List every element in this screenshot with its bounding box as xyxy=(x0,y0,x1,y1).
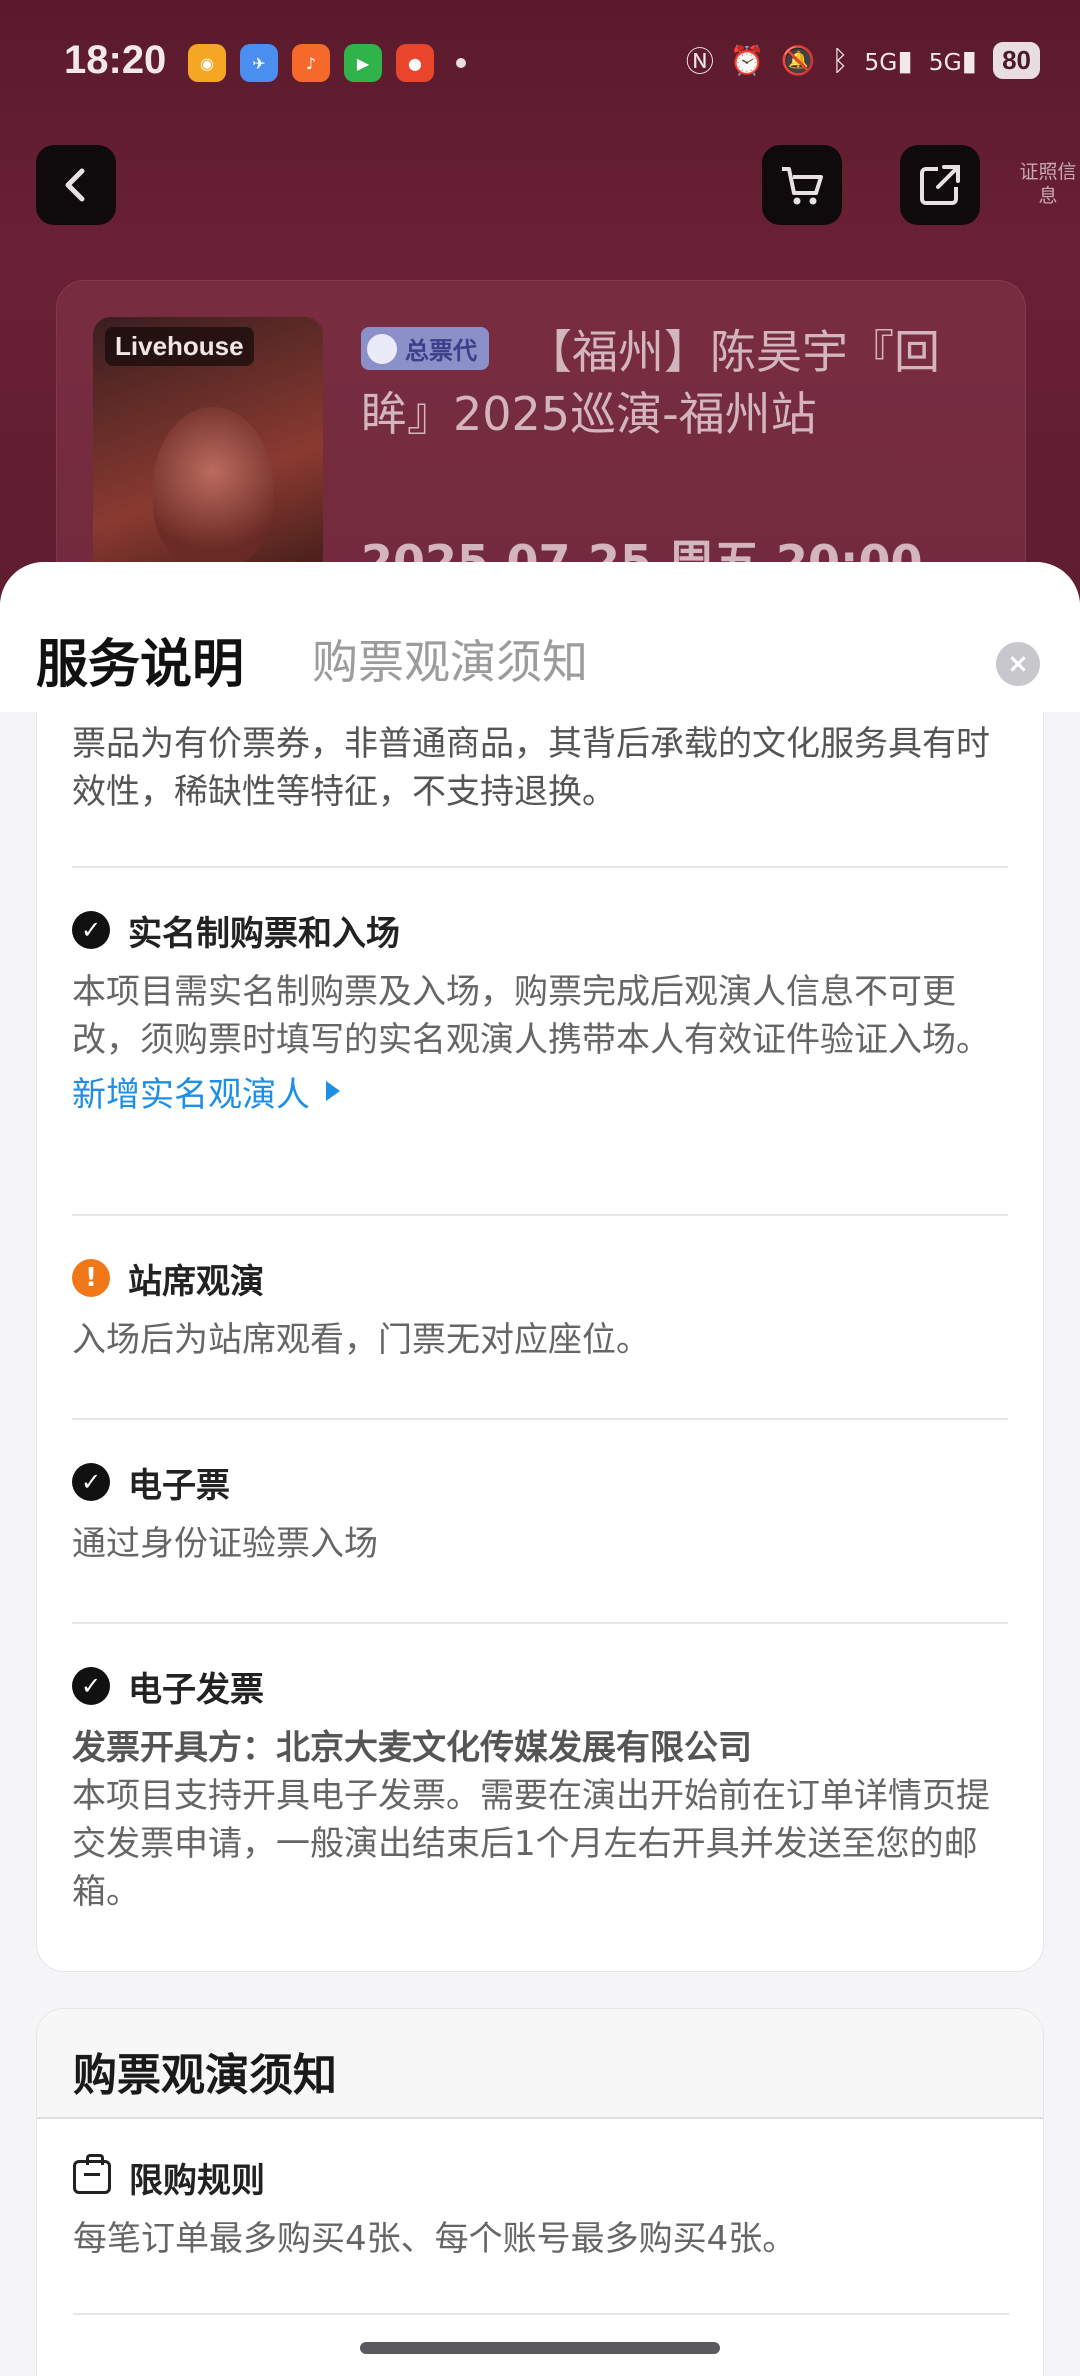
shopping-app-icon: ● xyxy=(396,44,434,82)
more-notifications-icon xyxy=(456,58,466,68)
section-divider xyxy=(73,2313,1009,2315)
section-e-invoice: ✓ 电子发票 发票开具方：北京大麦文化传媒发展有限公司 本项目支持开具电子发票。… xyxy=(72,1658,1008,1916)
check-circle-icon: ✓ xyxy=(72,1463,110,1501)
section-body: 入场后为站席观看，门票无对应座位。 xyxy=(72,1320,650,1360)
close-button[interactable]: × xyxy=(996,642,1040,686)
certificate-info-link[interactable]: 证照信息 xyxy=(1018,160,1078,208)
section-title: 实名制购票和入场 xyxy=(128,913,400,954)
section-body: 本项目需实名制购票及入场，购票完成后观演人信息不可更改，须购票时填写的实名观演人… xyxy=(72,972,990,1060)
check-circle-icon: ✓ xyxy=(72,911,110,949)
share-icon xyxy=(920,165,960,205)
signal-icon-2: 5G▮ xyxy=(928,43,978,77)
section-real-name: ✓ 实名制购票和入场 本项目需实名制购票及入场，购票完成后观演人信息不可更改，须… xyxy=(72,902,1008,1116)
alarm-icon: ⏰ xyxy=(729,43,765,77)
app-notification-icon: ✈ xyxy=(240,44,278,82)
link-label: 新增实名观演人 xyxy=(72,1074,310,1115)
section-divider xyxy=(72,1418,1008,1420)
cart-icon xyxy=(782,167,823,205)
system-icons: Ⓝ ⏰ 🔕 ᛒ 5G▮ 5G▮ 80 xyxy=(686,40,1040,80)
section-divider xyxy=(72,1214,1008,1216)
check-circle-icon: ✓ xyxy=(72,1667,110,1705)
notification-app-icons: ◉ ✈ ♪ ▶ ● xyxy=(188,44,466,82)
chevron-left-icon xyxy=(65,168,85,202)
sheet-header: 服务说明 购票观演须知 × xyxy=(0,562,1080,712)
section-title: 电子票 xyxy=(128,1465,230,1506)
section-e-ticket: ✓ 电子票 通过身份证验票入场 xyxy=(72,1454,1008,1568)
battery-indicator: 80 xyxy=(993,41,1040,79)
poster-artwork xyxy=(153,407,273,567)
section-body: 通过身份证验票入场 xyxy=(72,1524,378,1564)
agent-badge: 总票代 xyxy=(361,327,489,370)
status-bar: 18:20 ◉ ✈ ♪ ▶ ● Ⓝ ⏰ 🔕 ᛒ 5G▮ 5G▮ 80 xyxy=(0,0,1080,130)
close-icon: × xyxy=(1007,649,1029,679)
shopping-bag-icon xyxy=(73,2154,111,2194)
mute-icon: 🔕 xyxy=(780,43,816,77)
agent-badge-label: 总票代 xyxy=(405,337,477,365)
damai-icon: ♪ xyxy=(292,44,330,82)
tab-service-info[interactable]: 服务说明 xyxy=(36,622,244,697)
event-detail-background: 18:20 ◉ ✈ ♪ ▶ ● Ⓝ ⏰ 🔕 ᛒ 5G▮ 5G▮ 80 证照信息 xyxy=(0,0,1080,620)
bluetooth-icon: ᛒ xyxy=(831,43,849,77)
section-body: 本项目支持开具电子发票。需要在演出开始前在订单详情页提交发票申请，一般演出结束后… xyxy=(72,1776,990,1912)
add-real-name-attendee-link[interactable]: 新增实名观演人 xyxy=(72,1066,1008,1116)
signal-icon-1: 5G▮ xyxy=(864,43,913,77)
section-standing: ! 站席观演 入场后为站席观看，门票无对应座位。 xyxy=(72,1250,1008,1364)
purchase-notice-title: 购票观演须知 xyxy=(73,2050,337,2101)
service-info-sheet: 服务说明 购票观演须知 × 票品为有价票券，非普通商品，其背后承载的文化服务具有… xyxy=(0,562,1080,2376)
section-title: 限购规则 xyxy=(129,2160,265,2201)
section-divider xyxy=(72,1622,1008,1624)
poster-label: Livehouse xyxy=(105,327,254,366)
invoice-issuer: 发票开具方：北京大麦文化传媒发展有限公司 xyxy=(72,1728,752,1768)
tab-purchase-notice[interactable]: 购票观演须知 xyxy=(312,626,588,692)
purchase-notice-card: 购票观演须知 限购规则 每笔订单最多购买4张、每个账号最多购买4张。 xyxy=(36,2008,1044,2376)
section-purchase-limit: 限购规则 每笔订单最多购买4张、每个账号最多购买4张。 xyxy=(73,2149,1009,2263)
nfc-icon: Ⓝ xyxy=(685,45,714,78)
warning-circle-icon: ! xyxy=(72,1259,110,1297)
home-indicator[interactable] xyxy=(360,2342,720,2354)
status-time: 18:20 xyxy=(64,38,167,82)
back-button[interactable] xyxy=(36,145,116,225)
badge-logo-icon xyxy=(367,333,397,364)
play-arrow-icon xyxy=(326,1081,340,1101)
share-button[interactable] xyxy=(900,145,980,225)
section-divider xyxy=(72,866,1008,868)
purchase-notice-header: 购票观演须知 xyxy=(37,2009,1043,2119)
cart-button[interactable] xyxy=(762,145,842,225)
weibo-icon: ◉ xyxy=(188,44,226,82)
intro-text: 票品为有价票券，非普通商品，其背后承载的文化服务具有时效性，稀缺性等特征，不支持… xyxy=(72,724,990,812)
section-title: 站席观演 xyxy=(128,1261,264,1302)
section-title: 电子发票 xyxy=(128,1669,264,1710)
iqiyi-icon: ▶ xyxy=(344,44,382,82)
section-body: 每笔订单最多购买4张、每个账号最多购买4张。 xyxy=(73,2219,797,2259)
